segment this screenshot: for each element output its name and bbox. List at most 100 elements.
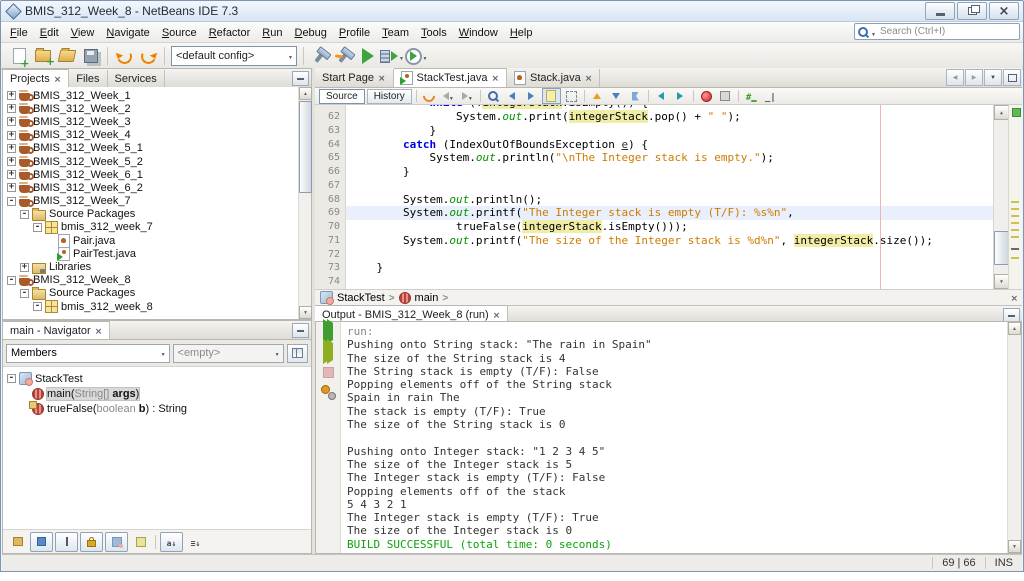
find-selection-button[interactable] [485, 89, 502, 103]
scroll-tabs-left-button[interactable] [946, 69, 964, 86]
shift-left-button[interactable] [653, 89, 670, 103]
expander-icon[interactable]: - [33, 302, 42, 311]
expander-icon[interactable]: + [7, 131, 16, 140]
code-line[interactable]: 62 System.out.print(integerStack.pop() +… [315, 110, 1022, 124]
close-tab-icon[interactable] [493, 309, 501, 321]
expander-icon[interactable]: - [33, 223, 42, 232]
tree-item[interactable]: -Source Packages [3, 208, 299, 221]
show-fields-button[interactable] [30, 532, 53, 552]
menu-refactor[interactable]: Refactor [203, 25, 257, 41]
show-static-button[interactable] [55, 532, 78, 552]
tree-item[interactable]: +BMIS_312_Week_5_1 [3, 142, 299, 155]
chevron-down-icon[interactable] [449, 87, 454, 105]
menu-run[interactable]: Run [256, 25, 288, 41]
chevron-down-icon[interactable] [423, 47, 428, 65]
members-view-select[interactable]: Members [6, 344, 170, 363]
source-view-button[interactable]: Source [319, 89, 365, 104]
new-project-button[interactable] [31, 44, 55, 68]
scroll-down-icon[interactable] [1008, 540, 1021, 553]
close-tab-icon[interactable] [378, 72, 386, 84]
code-line[interactable]: 63 } [315, 124, 1022, 138]
expander-icon[interactable]: + [7, 157, 16, 166]
save-all-button[interactable] [79, 44, 103, 68]
menu-debug[interactable]: Debug [288, 25, 332, 41]
history-view-button[interactable]: History [367, 89, 412, 104]
expander-icon[interactable]: + [7, 91, 16, 100]
menu-team[interactable]: Team [376, 25, 415, 41]
menu-tools[interactable]: Tools [415, 25, 453, 41]
tree-item[interactable]: +BMIS_312_Week_6_1 [3, 168, 299, 181]
tree-item[interactable]: Pair.java [3, 234, 299, 247]
new-file-button[interactable] [7, 44, 31, 68]
expander-icon[interactable]: + [7, 183, 16, 192]
expander-icon[interactable]: - [7, 197, 16, 206]
navigator-table-button[interactable] [287, 344, 308, 363]
close-breadcrumb-icon[interactable] [1010, 292, 1018, 304]
panel-tab-files[interactable]: Files [69, 70, 107, 87]
scroll-up-icon[interactable] [994, 105, 1009, 120]
stop-build-button[interactable] [319, 364, 337, 380]
profile-project-button[interactable] [404, 44, 428, 68]
chevron-down-icon[interactable] [468, 87, 473, 105]
back-button[interactable] [440, 89, 457, 103]
code-line[interactable]: 69 System.out.printf("The Integer stack … [315, 206, 1022, 220]
menu-window[interactable]: Window [453, 25, 504, 41]
expander-icon[interactable]: - [7, 374, 16, 383]
scrollbar-thumb[interactable] [994, 231, 1009, 265]
rerun-with-args-button[interactable] [319, 344, 337, 360]
tree-item[interactable]: +BMIS_312_Week_4 [3, 129, 299, 142]
close-tab-icon[interactable] [95, 325, 103, 337]
search-box[interactable]: Search (Ctrl+I) [854, 23, 1020, 40]
code-editor[interactable]: 61 while (!integerStack.isEmpty()) {62 S… [315, 105, 1022, 289]
breadcrumb-item[interactable]: StackTest [337, 292, 385, 304]
projects-scrollbar[interactable] [298, 87, 311, 319]
chevron-down-icon[interactable] [871, 23, 876, 41]
toggle-highlight-button[interactable] [542, 88, 561, 104]
last-edit-button[interactable] [421, 89, 438, 103]
scroll-down-icon[interactable] [994, 274, 1009, 289]
next-occurrence-button[interactable] [523, 89, 540, 103]
menu-file[interactable]: File [4, 25, 34, 41]
code-line[interactable]: 64 catch (IndexOutOfBoundsException e) { [315, 138, 1022, 152]
close-tab-icon[interactable] [491, 72, 499, 84]
tree-item[interactable]: +BMIS_312_Week_5_2 [3, 155, 299, 168]
minimize-panel-button[interactable] [292, 323, 309, 338]
watchpoint-button[interactable] [717, 89, 734, 103]
menu-profile[interactable]: Profile [333, 25, 376, 41]
editor-tab-start-page[interactable]: Start Page [315, 69, 394, 87]
panel-tab-services[interactable]: Services [108, 70, 165, 87]
navigator-tab[interactable]: main - Navigator [3, 321, 110, 339]
code-line[interactable]: 68 System.out.println(); [315, 193, 1022, 207]
scroll-down-icon[interactable] [299, 306, 312, 319]
toggle-bookmark-button[interactable] [627, 89, 644, 103]
uncomment-button[interactable] [762, 89, 779, 103]
sort-source-button[interactable] [185, 533, 206, 551]
expander-icon[interactable]: + [7, 170, 16, 179]
build-project-button[interactable] [308, 44, 332, 68]
restore-button[interactable] [957, 2, 987, 20]
code-line[interactable]: 71 System.out.printf("The size of the In… [315, 234, 1022, 248]
debug-project-button[interactable] [380, 44, 404, 68]
expander-icon[interactable]: + [7, 104, 16, 113]
open-project-button[interactable] [55, 44, 79, 68]
editor-scrollbar[interactable] [993, 105, 1009, 289]
show-non-public-button[interactable] [80, 532, 103, 552]
tree-item[interactable]: trueFalse(boolean b) : String [3, 401, 311, 416]
run-project-button[interactable] [356, 44, 380, 68]
expander-icon[interactable]: + [20, 263, 29, 272]
scroll-up-icon[interactable] [299, 87, 312, 100]
tree-item[interactable]: +BMIS_312_Week_3 [3, 115, 299, 128]
tree-item[interactable]: -BMIS_312_Week_8 [3, 274, 299, 287]
maximize-editor-button[interactable] [1003, 69, 1021, 86]
scroll-tabs-right-button[interactable] [965, 69, 983, 86]
code-line[interactable]: 73 } [315, 261, 1022, 275]
code-line[interactable]: 65 System.out.println("\nThe Integer sta… [315, 151, 1022, 165]
menu-navigate[interactable]: Navigate [100, 25, 155, 41]
output-scrollbar[interactable] [1007, 322, 1021, 553]
expander-icon[interactable]: - [7, 276, 16, 285]
scrollbar-thumb[interactable] [299, 101, 312, 193]
scroll-up-icon[interactable] [1008, 322, 1021, 335]
tree-item[interactable]: -StackTest [3, 371, 311, 386]
undo-button[interactable] [112, 44, 136, 68]
tree-item[interactable]: -Source Packages [3, 287, 299, 300]
